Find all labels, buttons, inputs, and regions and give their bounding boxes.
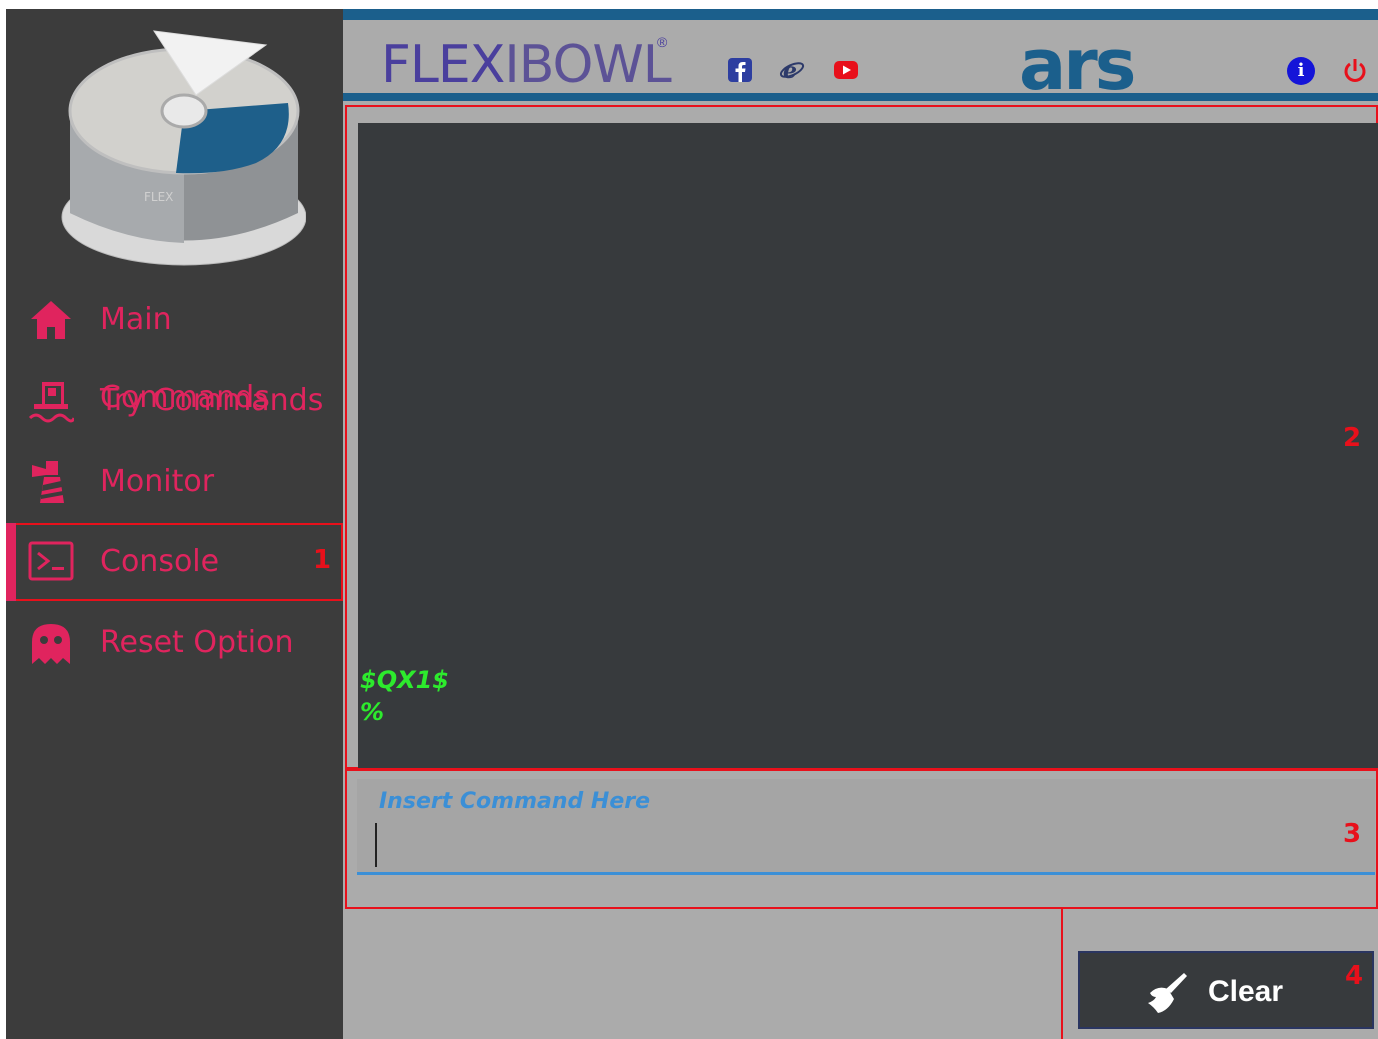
sidebar-item-monitor[interactable]: Monitor [6, 443, 343, 521]
sidebar-item-label: Try Commands [100, 383, 324, 418]
clear-button-label: Clear [1208, 975, 1284, 1008]
header-bar: FLEXIBOWL ® e ars i [343, 9, 1378, 106]
clear-button[interactable]: Clear [1078, 951, 1374, 1029]
console-section: $QX1$ % 2 [345, 105, 1378, 769]
sidebar-item-console[interactable]: Console 1 [6, 523, 343, 601]
home-icon [31, 301, 71, 339]
sidebar-item-label: Monitor [100, 464, 215, 499]
annotation-marker: 4 [1345, 961, 1364, 991]
main-panel: FLEXIBOWL ® e ars i $QX1$ % 2 Insert Com… [343, 9, 1378, 1039]
ars-logo: ars [1019, 24, 1136, 106]
annotation-marker: 2 [1343, 423, 1362, 453]
command-input-label: Insert Command Here [379, 789, 651, 814]
brand-bold: FLEX [381, 35, 505, 95]
sidebar-item-try-commands[interactable]: Try Commands [6, 362, 343, 440]
internet-explorer-icon[interactable]: e [779, 57, 805, 83]
oil-rig-icon [28, 382, 74, 423]
annotation-marker: 3 [1343, 819, 1362, 849]
command-input-section: Insert Command Here 3 [345, 769, 1378, 909]
registered-mark: ® [657, 34, 668, 50]
annotation-marker: 1 [313, 545, 332, 575]
power-icon[interactable] [1341, 56, 1369, 84]
sidebar-item-reset-option[interactable]: Reset Option [6, 604, 343, 682]
command-input[interactable] [375, 823, 1323, 867]
broom-icon [1148, 973, 1187, 1013]
command-input-box[interactable]: Insert Command Here [357, 779, 1375, 875]
sidebar-item-label: Console [100, 544, 220, 579]
brand-light: IBOWL [504, 35, 671, 95]
console-line: % [360, 698, 385, 726]
console-line: $QX1$ [360, 666, 450, 694]
sidebar-item-label: Reset Option [100, 625, 294, 660]
console-output-area[interactable]: $QX1$ % [358, 123, 1378, 768]
svg-text:e: e [783, 58, 797, 83]
console-output: $QX1$ % [360, 664, 449, 728]
facebook-icon[interactable] [727, 57, 753, 83]
lighthouse-icon [32, 461, 64, 503]
device-logo-text: FLEX [144, 190, 173, 204]
flexibowl-logo: FLEXIBOWL [381, 35, 672, 95]
clear-button-section: Clear 4 [1061, 909, 1378, 1039]
sidebar: FLEX Main Commands Try Commands Monitor [6, 9, 343, 1039]
info-icon[interactable]: i [1287, 57, 1315, 85]
sidebar-item-main-commands[interactable]: Main Commands [6, 281, 343, 415]
terminal-icon [28, 541, 74, 581]
flexibowl-device-image: FLEX [61, 30, 306, 266]
youtube-icon[interactable] [833, 57, 859, 83]
ghost-icon [32, 624, 70, 664]
